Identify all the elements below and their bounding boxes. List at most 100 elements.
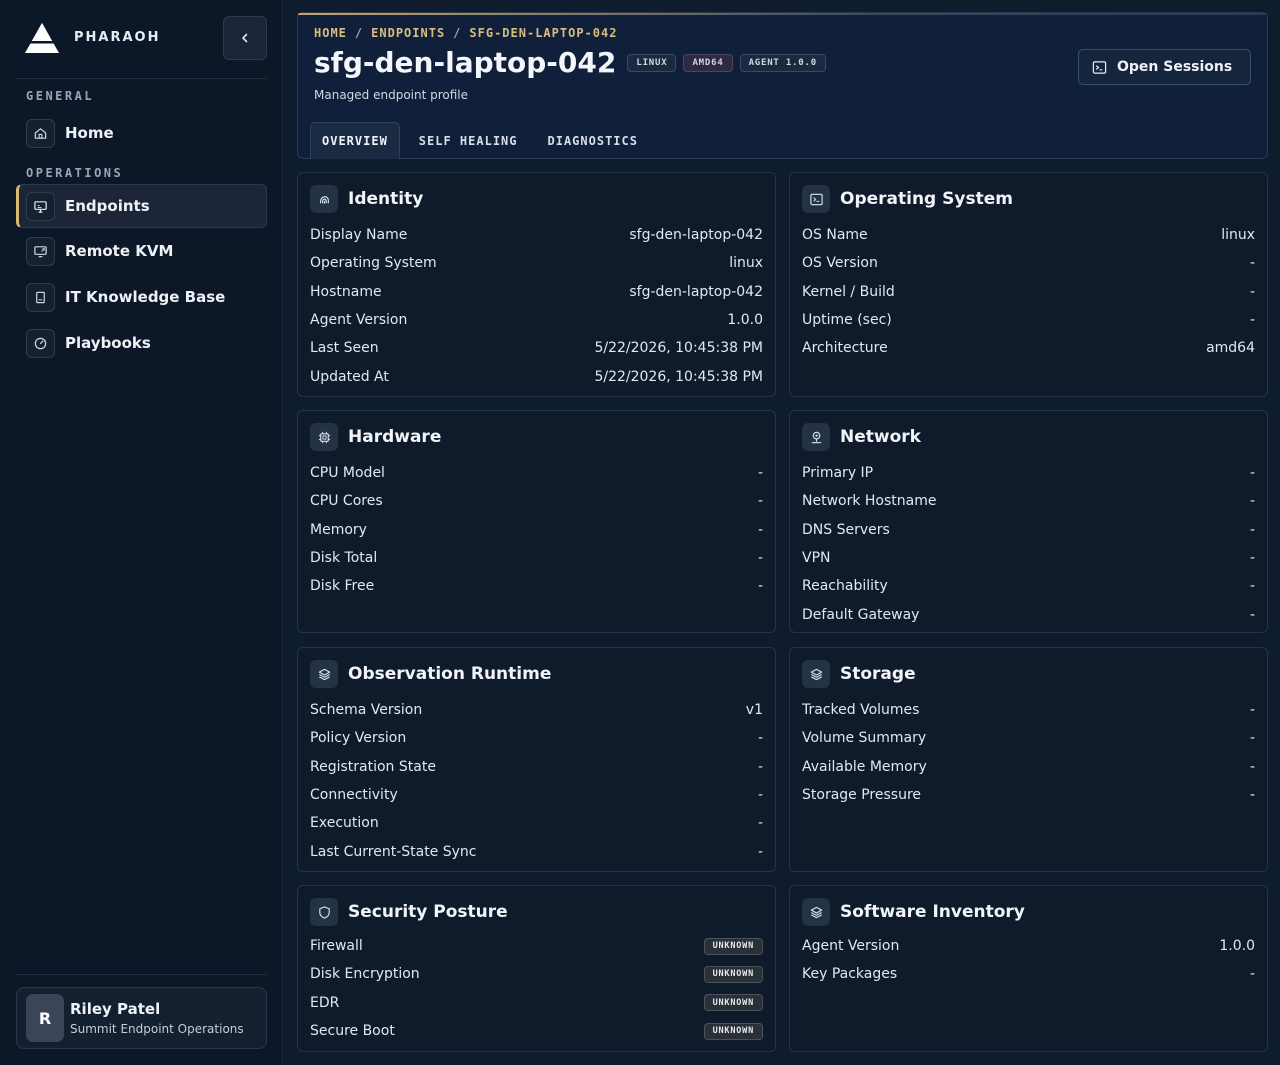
- detail-row: Primary IP -: [802, 459, 1255, 487]
- detail-label: OS Name: [802, 227, 868, 244]
- detail-row: Architecture amd64: [802, 334, 1255, 362]
- sidebar-item-playbooks[interactable]: Playbooks: [16, 321, 267, 365]
- breadcrumb-separator: /: [453, 26, 462, 40]
- sidebar-item-remote-kvm[interactable]: Remote KVM: [16, 229, 267, 273]
- breadcrumb-endpoints[interactable]: ENDPOINTS: [371, 26, 445, 40]
- detail-row: Available Memory -: [802, 753, 1255, 781]
- detail-label: Default Gateway: [802, 606, 920, 623]
- status-badge: UNKNOWN: [703, 965, 763, 983]
- card-title: Software Inventory: [840, 902, 1025, 922]
- detail-label: Network Hostname: [802, 493, 937, 510]
- open-sessions-button[interactable]: Open Sessions: [1078, 49, 1251, 85]
- sidebar-item-label: Endpoints: [65, 197, 150, 215]
- book-icon: [26, 282, 55, 312]
- sidebar-item-endpoints[interactable]: Endpoints: [16, 184, 267, 228]
- detail-value: -: [1249, 787, 1255, 804]
- pyramid-logo-icon: [24, 22, 60, 56]
- sidebar: PHARAOH GENERAL Home OPERATIONS Endpoint…: [0, 0, 283, 1065]
- card-title: Network: [840, 427, 921, 447]
- card-title: Security Posture: [348, 902, 508, 922]
- detail-label: CPU Cores: [310, 493, 383, 510]
- sidebar-divider: [16, 974, 267, 975]
- detail-value: -: [757, 550, 763, 567]
- detail-value: -: [1249, 702, 1255, 719]
- detail-label: Registration State: [310, 758, 436, 775]
- detail-label: Kernel / Build: [802, 283, 895, 300]
- operating-system-card: Operating System OS Name linux OS Version…: [789, 172, 1268, 397]
- detail-label: Agent Version: [310, 312, 408, 329]
- layers-icon: [310, 660, 338, 688]
- remote-screen-icon: [26, 236, 55, 266]
- detail-value: 1.0.0: [1219, 938, 1255, 955]
- detail-label: Operating System: [310, 255, 437, 272]
- sidebar-item-label: Remote KVM: [65, 242, 174, 260]
- detail-label: Key Packages: [802, 966, 898, 983]
- detail-label: Disk Total: [310, 550, 378, 567]
- breadcrumb-current: SFG-DEN-LAPTOP-042: [469, 26, 618, 40]
- detail-value: linux: [729, 255, 763, 272]
- detail-label: Memory: [310, 521, 367, 538]
- detail-row: OS Version -: [802, 249, 1255, 277]
- detail-value: -: [1249, 283, 1255, 300]
- sidebar-item-home[interactable]: Home: [16, 111, 267, 155]
- page-title: sfg-den-laptop-042: [314, 46, 617, 79]
- detail-row: Kernel / Build -: [802, 278, 1255, 306]
- detail-value: -: [1249, 521, 1255, 538]
- detail-value: -: [1249, 758, 1255, 775]
- user-organization: Summit Endpoint Operations: [70, 1022, 244, 1036]
- detail-value: -: [1249, 578, 1255, 595]
- network-card: Network Primary IP - Network Hostname - DN…: [789, 410, 1268, 633]
- detail-row: Tracked Volumes -: [802, 696, 1255, 724]
- detail-label: Hostname: [310, 283, 382, 300]
- detail-value: -: [757, 465, 763, 482]
- detail-row: Hostname sfg-den-laptop-042: [310, 278, 763, 306]
- storage-card: Storage Tracked Volumes - Volume Summary -…: [789, 647, 1268, 872]
- detail-row: CPU Model -: [310, 459, 763, 487]
- detail-label: Agent Version: [802, 938, 900, 955]
- detail-row: Key Packages -: [802, 960, 1255, 988]
- detail-row: EDR UNKNOWN: [310, 989, 763, 1017]
- brand[interactable]: PHARAOH: [24, 22, 158, 56]
- detail-label: EDR: [310, 994, 340, 1011]
- collapse-sidebar-button[interactable]: [223, 16, 267, 60]
- os-badge: LINUX: [627, 53, 677, 72]
- detail-row: Execution -: [310, 809, 763, 837]
- home-icon: [26, 118, 55, 148]
- fingerprint-icon: [310, 185, 338, 213]
- detail-row: Connectivity -: [310, 781, 763, 809]
- detail-label: OS Version: [802, 255, 878, 272]
- detail-label: Last Seen: [310, 340, 379, 357]
- detail-row: Display Name sfg-den-laptop-042: [310, 221, 763, 249]
- breadcrumb-home[interactable]: HOME: [314, 26, 347, 40]
- tab-overview[interactable]: OVERVIEW: [310, 122, 400, 159]
- avatar: R: [26, 994, 64, 1042]
- card-title: Observation Runtime: [348, 664, 552, 684]
- detail-label: Volume Summary: [802, 730, 927, 747]
- detail-row: Storage Pressure -: [802, 781, 1255, 809]
- detail-row: Registration State -: [310, 753, 763, 781]
- detail-row: Disk Free -: [310, 572, 763, 600]
- detail-value: -: [757, 787, 763, 804]
- identity-card: Identity Display Name sfg-den-laptop-042 …: [297, 172, 776, 397]
- detail-label: Storage Pressure: [802, 787, 922, 804]
- sidebar-divider: [16, 78, 267, 79]
- detail-label: Architecture: [802, 340, 888, 357]
- detail-row: Firewall UNKNOWN: [310, 932, 763, 960]
- detail-value: -: [757, 730, 763, 747]
- detail-label: Reachability: [802, 578, 888, 595]
- tab-self-healing[interactable]: SELF HEALING: [408, 122, 529, 159]
- detail-row: Disk Encryption UNKNOWN: [310, 960, 763, 988]
- user-profile-card[interactable]: R Riley Patel Summit Endpoint Operations: [16, 987, 267, 1049]
- detail-row: Volume Summary -: [802, 724, 1255, 752]
- detail-label: Secure Boot: [310, 1023, 395, 1040]
- sidebar-item-label: IT Knowledge Base: [65, 288, 226, 306]
- card-title: Operating System: [840, 189, 1013, 209]
- user-name: Riley Patel: [70, 1000, 161, 1018]
- detail-value: v1: [745, 702, 763, 719]
- tab-diagnostics[interactable]: DIAGNOSTICS: [537, 122, 649, 159]
- sidebar-item-it-knowledge-base[interactable]: IT Knowledge Base: [16, 275, 267, 319]
- detail-label: Primary IP: [802, 465, 874, 482]
- detail-row: DNS Servers -: [802, 516, 1255, 544]
- detail-label: DNS Servers: [802, 521, 890, 538]
- detail-label: VPN: [802, 550, 831, 567]
